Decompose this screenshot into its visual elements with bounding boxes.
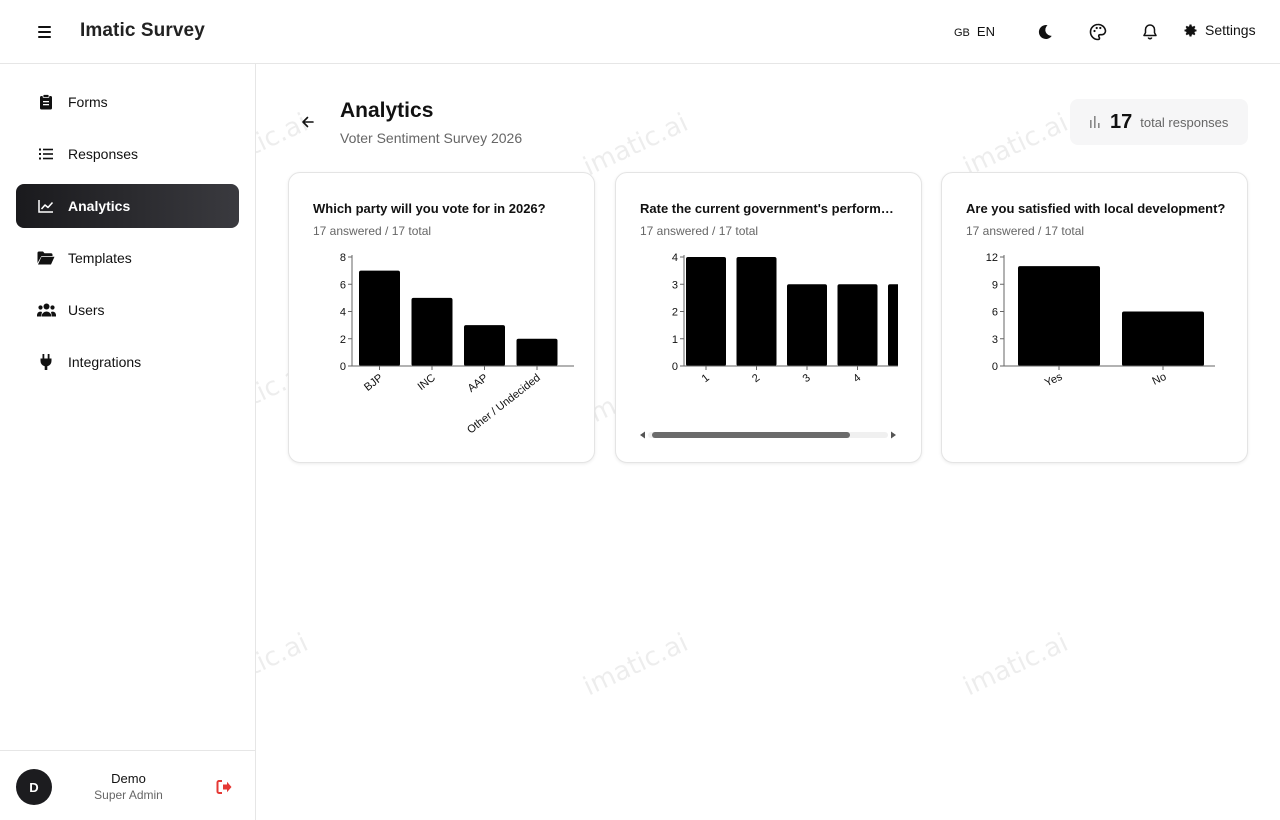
question-card: Which party will you vote for in 2026? 1… [288,172,595,463]
bar-bjp [359,270,400,366]
x-tick-label: No [1150,371,1168,388]
y-tick-label: 9 [992,279,998,291]
top-bar: Imatic Survey GB EN Settings [0,0,1280,64]
y-tick-label: 0 [992,361,998,373]
clipboard-icon [36,92,56,112]
bar-no [1122,311,1204,366]
back-arrow-icon[interactable] [298,112,318,132]
users-icon [36,300,56,320]
sidebar-item-label: Integrations [68,354,142,370]
sidebar-item-users[interactable]: Users [16,288,239,332]
flag-icon: GB [954,27,970,39]
bar-inc [411,297,453,366]
x-tick-label: 3 [801,372,813,385]
page-subtitle: Voter Sentiment Survey 2026 [340,130,523,146]
bar-other-undecided [516,338,558,366]
settings-label: Settings [1205,22,1256,38]
y-tick-label: 12 [986,252,998,264]
bar-aap [464,325,505,366]
watermark-text: imatic.ai [578,627,693,703]
y-tick-label: 6 [340,279,346,291]
bar-yes [1018,266,1100,366]
sidebar-item-forms[interactable]: Forms [16,80,239,124]
bar-chart: Yes No 0 3 6 9 12 [986,252,1215,390]
user-name: Demo [111,771,146,786]
moon-icon[interactable] [1035,22,1055,42]
y-tick-label: 2 [672,307,678,319]
sidebar-item-label: Templates [68,250,132,266]
y-tick-label: 4 [340,307,346,319]
y-tick-label: 0 [340,361,346,373]
bar-2 [736,257,777,366]
sidebar-item-label: Forms [68,94,108,110]
total-responses-label: total responses [1140,114,1229,130]
chart-horizontal-scrollbar[interactable] [640,427,896,439]
hamburger-menu-icon[interactable] [30,20,58,44]
y-tick-label: 3 [672,279,678,291]
bar-3 [787,284,827,366]
user-profile: D Demo Super Admin [0,750,255,820]
scroll-right-icon [891,431,896,439]
x-tick-label: 5 [902,372,914,385]
sidebar-item-label: Users [68,302,105,318]
bar-5 [888,284,898,366]
watermark-text: imatic.ai [958,627,1073,703]
avatar[interactable]: D [16,769,52,805]
x-tick-label: 4 [851,372,863,385]
bar-4 [837,284,878,366]
sidebar-item-label: Responses [68,146,139,162]
page-title: Analytics [340,99,434,122]
sidebar-item-templates[interactable]: Templates [16,236,239,280]
y-tick-label: 8 [340,252,346,264]
scroll-left-icon [640,431,645,439]
bell-icon[interactable] [1140,22,1160,42]
plug-icon [36,352,56,372]
question-card: Rate the current government's performanc… [615,172,922,463]
total-responses-count: 17 [1110,110,1133,133]
sidebar-item-analytics[interactable]: Analytics [16,184,239,228]
total-responses-badge: 17 total responses [1070,99,1248,145]
x-tick-label: Yes [1043,371,1065,390]
language-selector[interactable]: GB EN [954,24,995,39]
y-tick-label: 0 [672,361,678,373]
bar-chart-icon [1090,116,1100,128]
sidebar-item-integrations[interactable]: Integrations [16,340,239,384]
question-card: Are you satisfied with local development… [941,172,1248,463]
y-tick-label: 4 [672,252,678,264]
x-tick-label: INC [416,372,438,393]
palette-icon[interactable] [1088,22,1108,42]
settings-button[interactable]: Settings [1183,22,1256,38]
folder-open-icon [36,248,56,268]
x-tick-label: 1 [700,372,712,385]
sidebar: Forms Responses Analytics Templates User… [0,64,256,820]
y-tick-label: 3 [992,334,998,346]
gear-icon [1184,24,1197,36]
bar-chart: 1 2 3 4 5 0 1 2 3 4 [672,252,914,385]
x-tick-label: AAP [466,372,491,395]
y-tick-label: 2 [340,334,346,346]
x-tick-label: BJP [362,372,385,394]
app-title: Imatic Survey [80,20,205,41]
x-tick-label: 2 [750,372,762,385]
bar-chart: BJP INC AAPOther / Undecided02468 [340,252,574,433]
bar-1 [686,257,726,366]
y-tick-label: 1 [672,334,678,346]
sidebar-item-label: Analytics [68,198,131,214]
language-code: EN [976,24,995,39]
user-role: Super Admin [94,788,163,802]
list-icon [36,144,56,164]
line-chart-icon [36,196,56,216]
logout-icon[interactable] [215,778,233,796]
y-tick-label: 6 [992,307,998,319]
sidebar-item-responses[interactable]: Responses [16,132,239,176]
scrollbar-thumb [652,432,850,438]
